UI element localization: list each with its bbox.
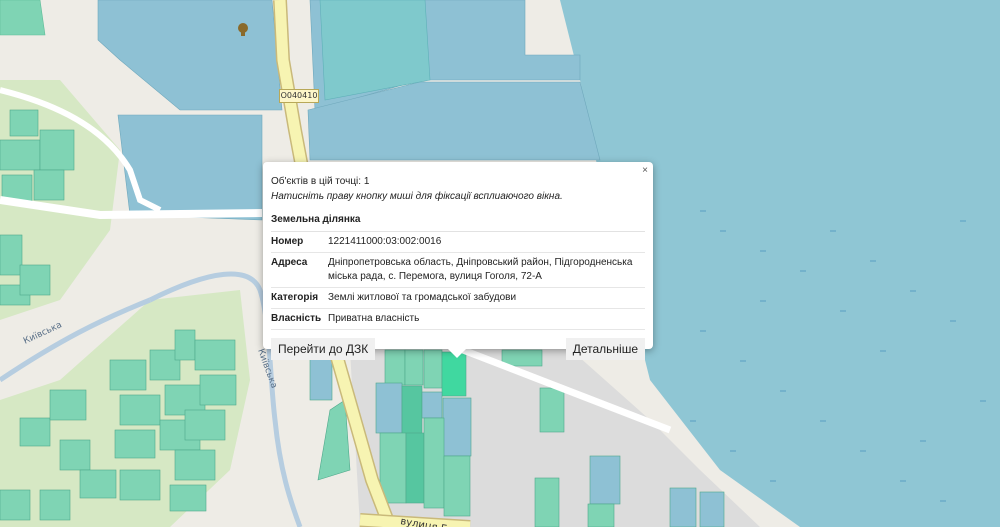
- details-button[interactable]: Детальніше: [565, 338, 645, 360]
- row-key-address: Адреса: [271, 252, 328, 288]
- info-popup[interactable]: × Об'єктів в цій точці: 1 Натисніть прав…: [263, 162, 653, 360]
- row-value-number: 1221411000:03:002:0016: [328, 232, 645, 253]
- object-count: Об'єктів в цій точці: 1: [271, 176, 370, 187]
- parcel-details-table: Номер 1221411000:03:002:0016 Адреса Дніп…: [271, 232, 645, 330]
- go-to-dzk-button[interactable]: Перейти до ДЗК: [271, 338, 376, 360]
- table-row: Власність Приватна власність: [271, 308, 645, 330]
- table-row: Адреса Дніпропетровська область, Дніпров…: [271, 252, 645, 288]
- row-key-category: Категорія: [271, 287, 328, 309]
- water-parcel: [117, 114, 263, 221]
- popup-pointer: [448, 349, 466, 358]
- row-key-number: Номер: [271, 232, 328, 253]
- row-value-address: Дніпропетровська область, Дніпровський р…: [328, 252, 645, 288]
- row-value-ownership: Приватна власність: [328, 308, 645, 330]
- popup-hint: Натисніть праву кнопку миші для фіксації…: [271, 191, 563, 202]
- table-row: Номер 1221411000:03:002:0016: [271, 232, 645, 253]
- row-value-category: Землі житлової та громадської забудови: [328, 287, 645, 309]
- section-title: Земельна ділянка: [271, 214, 645, 232]
- table-row: Категорія Землі житлової та громадської …: [271, 287, 645, 309]
- close-icon[interactable]: ×: [642, 165, 648, 176]
- parcel: [0, 0, 46, 36]
- road-ref-shield: O040410: [279, 89, 319, 103]
- row-key-ownership: Власність: [271, 308, 328, 330]
